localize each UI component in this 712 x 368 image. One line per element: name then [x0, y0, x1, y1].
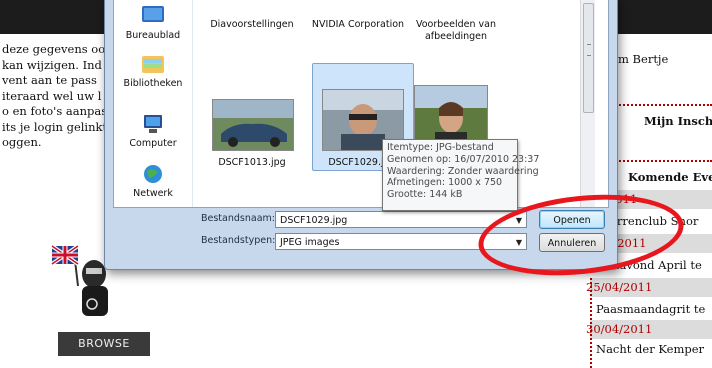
scrollbar-thumb[interactable]	[583, 3, 594, 113]
filetype-value: JPEG images	[280, 237, 340, 248]
tooltip-size: Grootte: 144 kB	[387, 189, 463, 201]
text-line: iteraard wel uw l	[2, 88, 102, 103]
tooltip-dimensions: Afmetingen: 1000 x 750	[387, 177, 503, 189]
folder-diavoorstellingen[interactable]: Diavoorstellingen	[198, 19, 306, 31]
nav-item-desktop[interactable]: Bureaublad	[114, 5, 192, 41]
nav-label: Computer	[129, 138, 177, 149]
nav-label: Bibliotheken	[123, 78, 183, 89]
divider	[612, 104, 712, 106]
browse-button[interactable]: BROWSE	[58, 332, 150, 356]
event-date: 25/04/2011	[586, 280, 653, 294]
event-link[interactable]: Paasmaandagrit te	[596, 302, 705, 316]
file-list-scrollbar[interactable]	[580, 0, 595, 207]
event-link[interactable]: Nacht der Kemper	[596, 342, 704, 356]
desktop-icon	[140, 5, 166, 27]
text-line: vent aan te pass	[2, 73, 97, 87]
text-line: oggen.	[2, 135, 42, 149]
grip-icon	[587, 44, 591, 56]
left-body-text: deze gegevens oo kan wijzigen. Ind vent …	[2, 42, 112, 151]
libraries-icon	[140, 53, 166, 75]
photo-thumbnail[interactable]	[212, 99, 294, 151]
navigation-pane: Bureaublad Bibliotheken Computer Netwerk	[114, 0, 193, 207]
nav-item-network[interactable]: Netwerk	[114, 163, 192, 199]
tooltip-rating: Waardering: Zonder waardering	[387, 165, 539, 177]
tooltip-taken: Genomen op: 16/07/2010 23:37	[387, 153, 540, 165]
network-icon	[140, 163, 166, 185]
dotted-border	[590, 278, 592, 368]
tooltip-type: Itemtype: JPG-bestand	[387, 142, 494, 153]
filename-label: Bestandsnaam:	[201, 213, 275, 224]
text-line: its je login gelinkt	[2, 119, 108, 134]
file-info-tooltip: Itemtype: JPG-bestand Genomen op: 16/07/…	[382, 139, 540, 211]
filetype-label: Bestandstypen:	[201, 235, 276, 246]
username-text: m Bertje	[618, 52, 669, 66]
folder-voorbeelden[interactable]: Voorbeelden van afbeeldingen	[408, 19, 504, 43]
divider	[612, 160, 712, 162]
event-date: 30/04/2011	[586, 322, 653, 336]
my-registrations-heading: Mijn Inschr	[644, 114, 712, 128]
nav-label: Bureaublad	[125, 30, 181, 41]
folder-nvidia-corporation[interactable]: NVIDIA Corporation	[302, 19, 414, 31]
nav-item-computer[interactable]: Computer	[114, 113, 192, 149]
filename-value: DSCF1029.jpg	[280, 215, 348, 226]
text-line: deze gegevens oo	[2, 42, 106, 56]
text-line: kan wijzigen. Ind	[2, 57, 102, 72]
computer-icon	[140, 113, 166, 135]
file-label[interactable]: DSCF1013.jpg	[202, 157, 302, 168]
nav-item-libraries[interactable]: Bibliotheken	[114, 53, 192, 89]
text-line: o en foto's aanpas	[2, 104, 108, 118]
upcoming-events-heading: Komende Eve	[628, 170, 712, 184]
nav-label: Netwerk	[133, 188, 173, 199]
